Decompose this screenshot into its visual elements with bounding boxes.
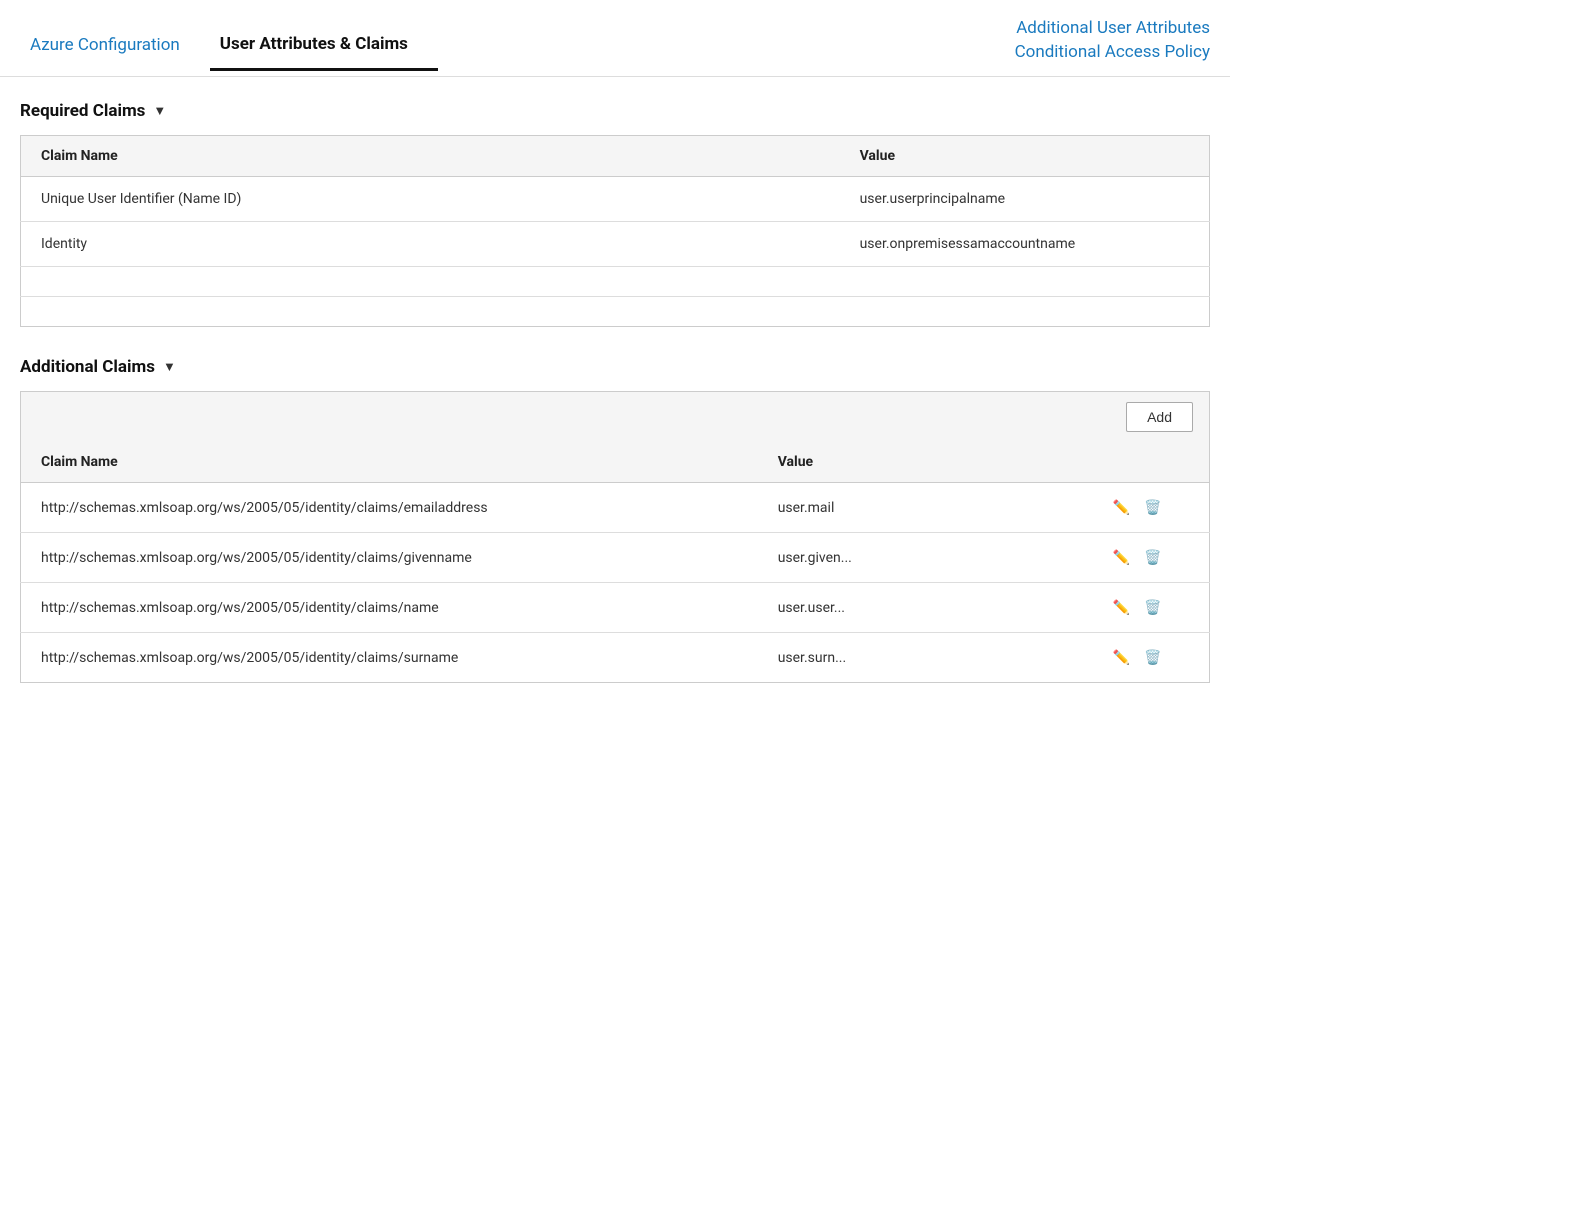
delete-claim-button[interactable]: 🗑️ [1142, 547, 1163, 568]
tab-user-attributes[interactable]: User Attributes & Claims [210, 24, 438, 71]
additional-claims-col-actions [1091, 442, 1210, 483]
required-claims-chevron[interactable]: ▼ [153, 103, 166, 119]
required-claims-col-name: Claim Name [21, 136, 840, 177]
required-claim-value: user.onpremisessamaccountname [840, 222, 1210, 267]
additional-claim-actions: ✏️ 🗑️ [1091, 483, 1210, 533]
right-nav-links: Additional User Attributes Conditional A… [1015, 18, 1210, 76]
additional-claim-name: http://schemas.xmlsoap.org/ws/2005/05/id… [21, 533, 758, 583]
additional-claims-col-name: Claim Name [21, 442, 758, 483]
required-claim-name: Identity [21, 222, 840, 267]
delete-claim-button[interactable]: 🗑️ [1142, 647, 1163, 668]
main-content: Required Claims ▼ Claim Name Value Uniqu… [0, 77, 1230, 737]
required-claim-row: Unique User Identifier (Name ID) user.us… [21, 177, 1210, 222]
additional-claims-col-value: Value [758, 442, 1091, 483]
additional-claim-value: user.surn... [758, 633, 1091, 683]
additional-claim-row: http://schemas.xmlsoap.org/ws/2005/05/id… [21, 633, 1210, 683]
required-claim-value: user.userprincipalname [840, 177, 1210, 222]
additional-claims-table: Claim Name Value http://schemas.xmlsoap.… [20, 442, 1210, 683]
additional-claim-name: http://schemas.xmlsoap.org/ws/2005/05/id… [21, 583, 758, 633]
empty-cell [21, 297, 1210, 327]
edit-claim-button[interactable]: ✏️ [1111, 647, 1132, 668]
additional-claim-value: user.given... [758, 533, 1091, 583]
required-claim-name: Unique User Identifier (Name ID) [21, 177, 840, 222]
required-claims-col-value: Value [840, 136, 1210, 177]
navigation-tabs: Azure Configuration User Attributes & Cl… [0, 0, 1230, 77]
additional-claim-actions: ✏️ 🗑️ [1091, 583, 1210, 633]
tab-additional-user-attributes[interactable]: Additional User Attributes [1016, 18, 1210, 38]
tab-azure-configuration[interactable]: Azure Configuration [20, 25, 210, 69]
additional-claims-chevron[interactable]: ▼ [163, 359, 176, 375]
required-claims-section-header: Required Claims ▼ [20, 101, 1210, 121]
additional-claims-title: Additional Claims [20, 357, 155, 377]
additional-claim-name: http://schemas.xmlsoap.org/ws/2005/05/id… [21, 483, 758, 533]
edit-claim-button[interactable]: ✏️ [1111, 597, 1132, 618]
required-claims-header-row: Claim Name Value [21, 136, 1210, 177]
additional-claim-value: user.mail [758, 483, 1091, 533]
edit-claim-button[interactable]: ✏️ [1111, 547, 1132, 568]
additional-claim-actions: ✏️ 🗑️ [1091, 533, 1210, 583]
add-claim-button[interactable]: Add [1126, 402, 1193, 432]
additional-claim-actions: ✏️ 🗑️ [1091, 633, 1210, 683]
additional-claims-toolbar: Add [20, 391, 1210, 442]
additional-claim-row: http://schemas.xmlsoap.org/ws/2005/05/id… [21, 533, 1210, 583]
additional-claim-row: http://schemas.xmlsoap.org/ws/2005/05/id… [21, 583, 1210, 633]
additional-claim-value: user.user... [758, 583, 1091, 633]
delete-claim-button[interactable]: 🗑️ [1142, 497, 1163, 518]
additional-claims-section-header: Additional Claims ▼ [20, 357, 1210, 377]
required-claim-empty-row [21, 267, 1210, 297]
additional-claim-name: http://schemas.xmlsoap.org/ws/2005/05/id… [21, 633, 758, 683]
additional-claims-header-row: Claim Name Value [21, 442, 1210, 483]
required-claims-title: Required Claims [20, 101, 145, 121]
empty-cell [21, 267, 1210, 297]
delete-claim-button[interactable]: 🗑️ [1142, 597, 1163, 618]
tab-conditional-access[interactable]: Conditional Access Policy [1015, 42, 1210, 62]
required-claims-table: Claim Name Value Unique User Identifier … [20, 135, 1210, 327]
required-claim-empty-row [21, 297, 1210, 327]
edit-claim-button[interactable]: ✏️ [1111, 497, 1132, 518]
additional-claim-row: http://schemas.xmlsoap.org/ws/2005/05/id… [21, 483, 1210, 533]
required-claim-row: Identity user.onpremisessamaccountname [21, 222, 1210, 267]
